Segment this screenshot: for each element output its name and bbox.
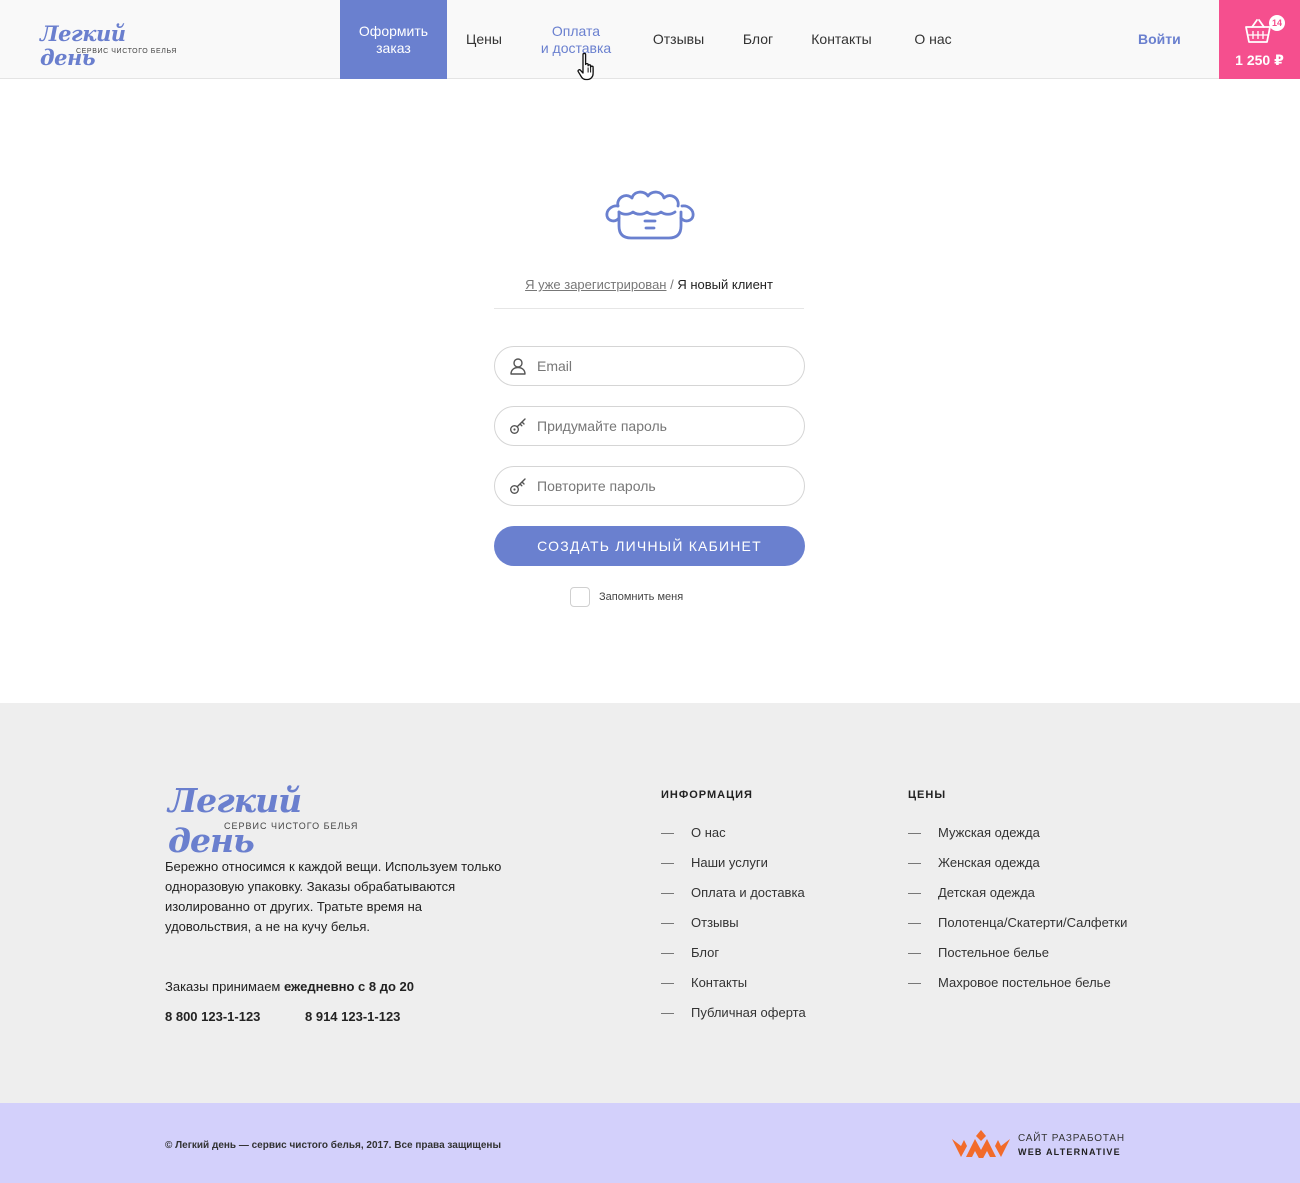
divider: [494, 308, 804, 309]
dash: —: [661, 945, 674, 960]
copyright-text: © Легкий день — сервис чистого белья, 20…: [165, 1140, 501, 1151]
nav-item-blog[interactable]: Блог: [726, 0, 790, 79]
site-header: Легкий день сервис чистого белья Оформит…: [0, 0, 1300, 81]
footer-link-label: Отзывы: [691, 915, 739, 930]
key-icon: [510, 418, 526, 434]
footer-link-label: Детская одежда: [938, 885, 1035, 900]
dash: —: [908, 975, 921, 990]
email-field: [494, 346, 805, 386]
tab-registered[interactable]: Я уже зарегистрирован: [525, 277, 666, 292]
hours-bold: ежедневно с 8 до 20: [283, 979, 414, 994]
dash: —: [661, 885, 674, 900]
footer-link[interactable]: — Постельное белье: [908, 945, 1127, 975]
dash: —: [908, 945, 921, 960]
footer-link-label: Мужская одежда: [938, 825, 1040, 840]
create-account-button[interactable]: СОЗДАТЬ ЛИЧНЫЙ КАБИНЕТ: [494, 526, 805, 566]
footer-link-label: Постельное белье: [938, 945, 1049, 960]
footer-link[interactable]: — Детская одежда: [908, 885, 1127, 915]
dash: —: [661, 855, 674, 870]
footer-link[interactable]: — Женская одежда: [908, 855, 1127, 885]
logo-title: Легкий день: [40, 21, 126, 70]
footer-link-label: О нас: [691, 825, 726, 840]
dash: —: [661, 825, 674, 840]
nav-item-about[interactable]: О нас: [893, 0, 973, 79]
nav-item-order[interactable]: Оформить заказ: [340, 0, 447, 79]
user-icon: [510, 358, 526, 375]
remember-me-label: Запомнить меня: [599, 591, 684, 603]
cart-total: 1 250 ₽: [1235, 52, 1284, 68]
tab-new-client[interactable]: Я новый клиент: [677, 277, 773, 292]
footer-link-label: Полотенца/Скатерти/Салфетки: [938, 915, 1128, 930]
copyright-bar: © Легкий день — сервис чистого белья, 20…: [0, 1103, 1300, 1183]
footer-link[interactable]: — Мужская одежда: [908, 825, 1127, 855]
footer-link[interactable]: — Публичная оферта: [661, 1005, 806, 1035]
dash: —: [661, 915, 674, 930]
price-links: — Мужская одежда — Женская одежда — Детская…: [908, 825, 1127, 1005]
footer-link-label: Оплата и доставка: [691, 885, 805, 900]
footer-link[interactable]: — Контакты: [661, 975, 806, 1005]
hand-cursor-icon: [577, 52, 594, 81]
web-alternative-logo-icon: [952, 1130, 1010, 1158]
developer-credit-line1: САЙТ РАЗРАБОТАН: [1018, 1133, 1125, 1144]
password-field: [494, 406, 805, 446]
remember-me-checkbox[interactable]: [570, 587, 590, 607]
developer-credit-link[interactable]: САЙТ РАЗРАБОТАН WEB ALTERNATIVE: [952, 1128, 1152, 1160]
dash: —: [661, 1005, 674, 1020]
tab-separator: /: [670, 277, 674, 292]
auth-tabs: Я уже зарегистрирован / Я новый клиент: [494, 277, 804, 292]
dash: —: [908, 885, 921, 900]
footer-link[interactable]: — О нас: [661, 825, 806, 855]
cart-count-badge: 14: [1269, 15, 1285, 31]
nav-item-reviews[interactable]: Отзывы: [631, 0, 726, 79]
key-icon: [510, 478, 526, 494]
dash: —: [908, 855, 921, 870]
email-input[interactable]: [537, 347, 792, 385]
footer-link[interactable]: — Оплата и доставка: [661, 885, 806, 915]
hours-prefix: Заказы принимаем: [165, 979, 284, 994]
footer-link[interactable]: — Блог: [661, 945, 806, 975]
footer-logo[interactable]: Легкий день сервис чистого белья: [168, 781, 368, 860]
logo-subtitle: сервис чистого белья: [76, 48, 177, 55]
nav-item-prices[interactable]: Цены: [447, 0, 521, 79]
site-footer: Легкий день сервис чистого белья Бережно…: [0, 703, 1300, 1103]
info-links: — О нас — Наши услуги — Оплата и доставка —…: [661, 825, 806, 1035]
footer-link-label: Женская одежда: [938, 855, 1040, 870]
repeat-password-field: [494, 466, 805, 506]
nav-item-contacts[interactable]: Контакты: [790, 0, 893, 79]
footer-link-label: Блог: [691, 945, 720, 960]
repeat-password-input[interactable]: [537, 467, 792, 505]
footer-link-label: Махровое постельное белье: [938, 975, 1111, 990]
laundry-basin-icon: [605, 190, 695, 240]
footer-link-label: Публичная оферта: [691, 1005, 806, 1020]
developer-credit-line2: WEB ALTERNATIVE: [1018, 1147, 1121, 1157]
login-link[interactable]: Войти: [1138, 31, 1181, 47]
prices-column-title: ЦЕНЫ: [908, 789, 947, 801]
footer-link[interactable]: — Полотенца/Скатерти/Салфетки: [908, 915, 1127, 945]
footer-link[interactable]: — Наши услуги: [661, 855, 806, 885]
site-logo[interactable]: Легкий день сервис чистого белья: [40, 22, 176, 70]
footer-link[interactable]: — Махровое постельное белье: [908, 975, 1127, 1005]
footer-link[interactable]: — Отзывы: [661, 915, 806, 945]
dash: —: [908, 825, 921, 840]
info-column-title: ИНФОРМАЦИЯ: [661, 789, 753, 801]
password-input[interactable]: [537, 407, 792, 445]
cart-button[interactable]: 14 1 250 ₽: [1219, 0, 1300, 79]
footer-logo-subtitle: сервис чистого белья: [224, 821, 359, 831]
footer-about-text: Бережно относимся к каждой вещи. Использ…: [165, 859, 502, 934]
footer-hours: Заказы принимаем ежедневно с 8 до 20: [165, 979, 414, 994]
remember-me: Запомнить меня: [570, 587, 683, 607]
dash: —: [661, 975, 674, 990]
phone-2[interactable]: 8 914 123-1-123: [305, 1009, 400, 1024]
footer-link-label: Контакты: [691, 975, 748, 990]
phone-1[interactable]: 8 800 123-1-123: [165, 1009, 260, 1024]
dash: —: [908, 915, 921, 930]
footer-link-label: Наши услуги: [691, 855, 768, 870]
